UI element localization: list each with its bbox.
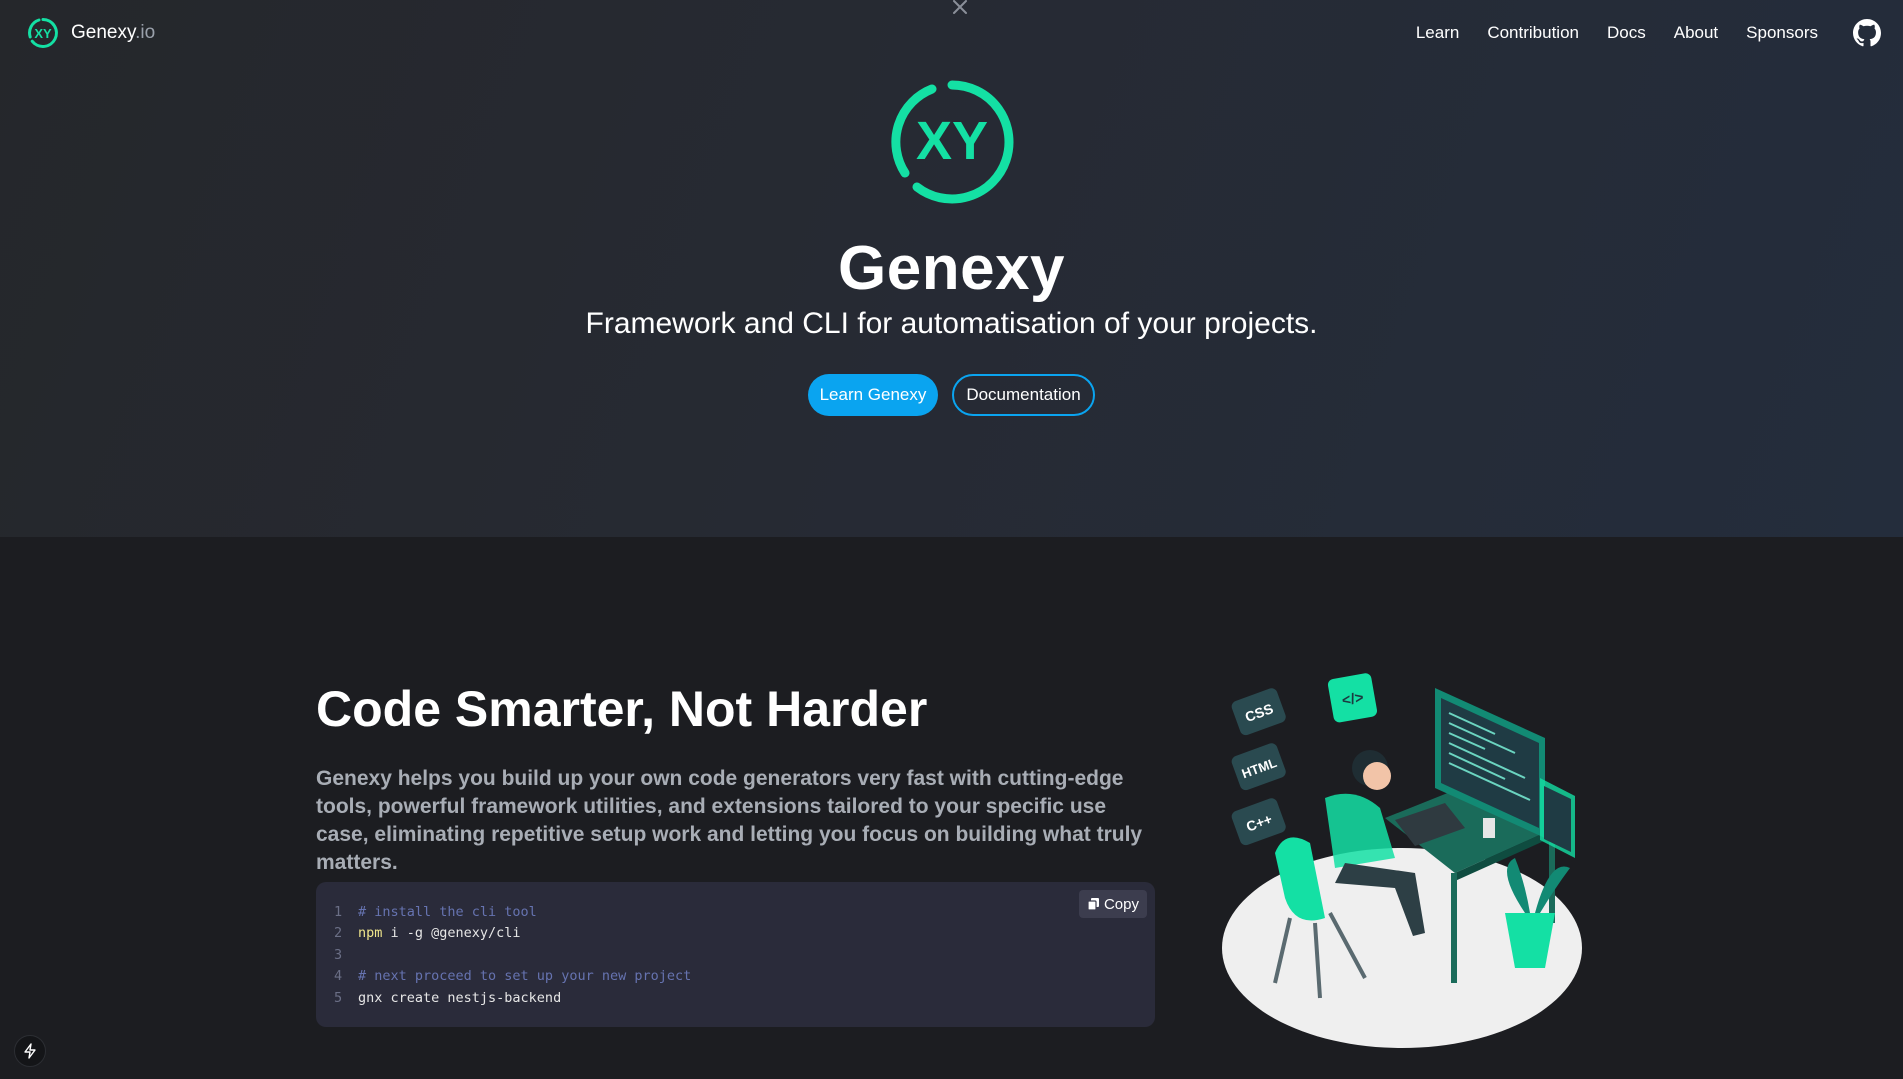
nav-links: Learn Contribution Docs About Sponsors	[1416, 21, 1818, 45]
hero-section: XY Genexy.io Learn Contribution Docs Abo…	[0, 0, 1903, 537]
line-number: 4	[334, 968, 343, 985]
nav-sponsors[interactable]: Sponsors	[1746, 21, 1818, 45]
learn-genexy-button[interactable]: Learn Genexy	[808, 374, 938, 416]
code-command: npm	[358, 925, 383, 942]
code-comment: # install the cli tool	[358, 903, 537, 920]
copy-icon	[1087, 898, 1099, 911]
nav-learn[interactable]: Learn	[1416, 21, 1459, 45]
brand-tld: .io	[135, 22, 156, 43]
documentation-button[interactable]: Documentation	[952, 374, 1095, 416]
feature-description: Genexy helps you build up your own code …	[316, 767, 1143, 874]
hero-subtitle: Framework and CLI for automatisation of …	[585, 307, 1318, 340]
feature-title: Code Smarter, Not Harder	[316, 681, 928, 737]
top-navbar: XY Genexy.io Learn Contribution Docs Abo…	[0, 0, 1903, 66]
copy-button[interactable]: Copy	[1078, 890, 1147, 918]
line-number: 1	[334, 903, 343, 920]
bolt-icon	[24, 1043, 36, 1059]
close-icon[interactable]	[951, 0, 969, 14]
line-number: 2	[334, 925, 343, 942]
code-block: 1 # install the cli tool 2 npm i -g @gen…	[316, 882, 1155, 1027]
genexy-logo-icon: XY	[28, 18, 58, 48]
svg-text:XY: XY	[34, 26, 52, 41]
code-line: 2 npm i -g @genexy/cli	[334, 923, 691, 945]
hero-logo-icon: XY	[891, 80, 1014, 204]
svg-text:XY: XY	[916, 111, 988, 171]
code-line: 4 # next proceed to set up your new proj…	[334, 966, 691, 988]
hero-title: Genexy	[837, 234, 1066, 303]
brand-name: Genexy	[71, 22, 136, 43]
github-icon[interactable]	[1853, 19, 1881, 47]
nav-contribution[interactable]: Contribution	[1487, 21, 1579, 45]
code-line: 3	[334, 944, 691, 966]
hero-buttons: Learn Genexy Documentation	[0, 374, 1903, 416]
line-number: 3	[334, 946, 343, 963]
code-text: gnx create nestjs-backend	[358, 989, 562, 1006]
developer-illustration: CSS HTML C++ </>	[1222, 673, 1582, 1048]
code-text: i -g @genexy/cli	[382, 925, 521, 942]
copy-label: Copy	[1103, 895, 1139, 913]
brand-link[interactable]: XY Genexy.io	[27, 16, 155, 50]
code-line: 5 gnx create nestjs-backend	[334, 987, 691, 1009]
code-comment: # next proceed to set up your new projec…	[358, 968, 692, 985]
nav-about[interactable]: About	[1674, 21, 1718, 45]
nav-docs[interactable]: Docs	[1607, 21, 1646, 45]
line-number: 5	[334, 989, 343, 1006]
code-line: 1 # install the cli tool	[334, 901, 691, 923]
bolt-button[interactable]	[14, 1035, 46, 1067]
